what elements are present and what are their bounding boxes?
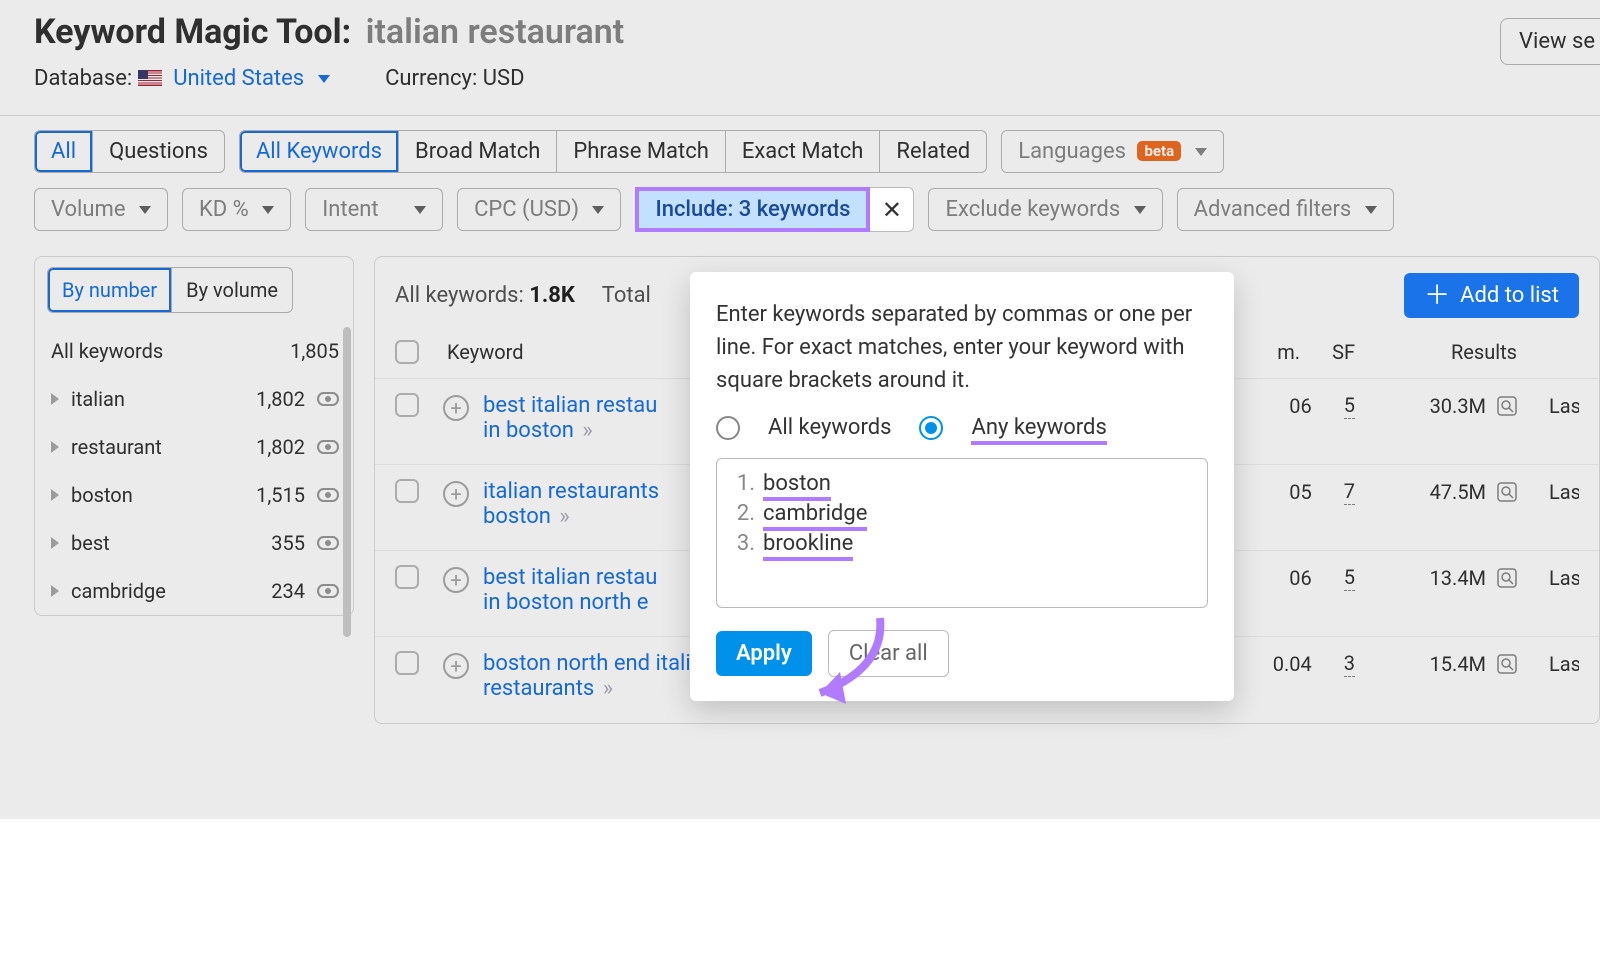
tab-related[interactable]: Related [880, 130, 987, 173]
popover-instructions: Enter keywords separated by commas or on… [716, 298, 1208, 397]
us-flag-icon [138, 70, 162, 86]
total-label: Total [602, 283, 651, 308]
eye-icon[interactable] [317, 440, 339, 454]
database-select[interactable]: United States [173, 66, 335, 91]
select-all-checkbox[interactable] [395, 340, 419, 364]
include-keywords-popover: Enter keywords separated by commas or on… [690, 272, 1234, 701]
include-clear-button[interactable]: ✕ [870, 187, 914, 232]
col-keyword[interactable]: Keyword [447, 340, 524, 364]
sidebar-item[interactable]: best 355 [35, 519, 353, 567]
tab-by-number[interactable]: By number [47, 267, 172, 313]
col-com[interactable]: m. [1277, 340, 1300, 364]
eye-icon[interactable] [317, 584, 339, 598]
radio-any-keywords[interactable] [919, 416, 943, 440]
intent-filter[interactable]: Intent [305, 188, 443, 231]
eye-icon[interactable] [317, 488, 339, 502]
advanced-filter[interactable]: Advanced filters [1177, 188, 1394, 231]
expand-icon[interactable]: + [443, 567, 469, 593]
chevron-right-icon [51, 537, 59, 549]
include-filter[interactable]: Include: 3 keywords [635, 187, 870, 232]
magnifier-icon[interactable] [1497, 482, 1517, 502]
database-label: Database: [34, 66, 132, 91]
tab-all[interactable]: All [34, 130, 93, 173]
row-checkbox[interactable] [395, 393, 419, 417]
include-keywords-textarea[interactable]: 1.boston 2.cambridge 3.brookline [716, 458, 1208, 608]
exclude-filter[interactable]: Exclude keywords [928, 188, 1162, 231]
kd-filter[interactable]: KD % [182, 188, 291, 231]
eye-icon[interactable] [317, 392, 339, 406]
chevron-right-icon [51, 585, 59, 597]
keyword-link[interactable]: boston north end italian restaurants » [483, 651, 715, 701]
chevron-down-icon [262, 206, 274, 214]
cpc-filter[interactable]: CPC (USD) [457, 188, 621, 231]
page-title: Keyword Magic Tool: italian restaurant [34, 12, 1566, 52]
radio-all-keywords[interactable] [716, 416, 740, 440]
row-checkbox[interactable] [395, 651, 419, 675]
eye-icon[interactable] [317, 536, 339, 550]
keyword-link[interactable]: best italian restau in boston north e [483, 565, 657, 615]
tab-by-volume[interactable]: By volume [172, 267, 293, 313]
expand-icon[interactable]: + [443, 481, 469, 507]
row-checkbox[interactable] [395, 565, 419, 589]
sidebar-item[interactable]: restaurant 1,802 [35, 423, 353, 471]
magnifier-icon[interactable] [1497, 396, 1517, 416]
sidebar-all-keywords[interactable]: All keywords 1,805 [35, 327, 353, 375]
expand-icon[interactable]: + [443, 653, 469, 679]
tab-allkw[interactable]: All Keywords [239, 130, 399, 173]
chevron-down-icon [1365, 206, 1377, 214]
sidebar-item[interactable]: italian 1,802 [35, 375, 353, 423]
chevron-down-icon [1134, 206, 1146, 214]
magnifier-icon[interactable] [1497, 654, 1517, 674]
currency-label: Currency: [385, 66, 477, 91]
radio-any-label[interactable]: Any keywords [971, 415, 1106, 440]
tab-phrase[interactable]: Phrase Match [557, 130, 725, 173]
radio-all-label[interactable]: All keywords [768, 415, 891, 440]
chevron-down-icon [414, 206, 426, 214]
chevron-down-icon [1195, 148, 1207, 156]
magnifier-icon[interactable] [1497, 568, 1517, 588]
beta-badge: beta [1137, 141, 1181, 161]
scope-toggle: All Questions [34, 130, 225, 173]
chevron-down-icon [139, 206, 151, 214]
tab-questions[interactable]: Questions [93, 130, 225, 173]
all-keywords-label: All keywords: [395, 283, 524, 308]
sidebar-item[interactable]: cambridge 234 [35, 567, 353, 615]
chevron-down-icon [318, 75, 330, 83]
col-results[interactable]: Results [1387, 340, 1517, 364]
sidebar-item[interactable]: boston 1,515 [35, 471, 353, 519]
page-header: Keyword Magic Tool: italian restaurant D… [0, 0, 1600, 109]
tab-broad[interactable]: Broad Match [399, 130, 557, 173]
tab-exact[interactable]: Exact Match [726, 130, 881, 173]
keyword-link[interactable]: italian restaurants boston » [483, 479, 659, 529]
add-to-list-button[interactable]: ＋ Add to list [1404, 273, 1579, 318]
chevron-down-icon [592, 206, 604, 214]
col-sf[interactable]: SF [1332, 340, 1355, 364]
volume-filter[interactable]: Volume [34, 188, 168, 231]
all-keywords-value: 1.8K [529, 283, 575, 308]
row-checkbox[interactable] [395, 479, 419, 503]
currency-value: USD [483, 66, 525, 91]
include-filter-wrap: Include: 3 keywords ✕ [635, 187, 914, 232]
expand-icon[interactable]: + [443, 395, 469, 421]
chevron-right-icon [51, 441, 59, 453]
apply-button[interactable]: Apply [716, 631, 812, 676]
tool-name: Keyword Magic Tool: [34, 12, 351, 52]
view-search-button[interactable]: View se [1500, 18, 1600, 65]
keyword-group-sidebar: By number By volume All keywords 1,805 i… [34, 256, 354, 616]
clear-all-button[interactable]: Clear all [828, 630, 949, 677]
sidebar-scrollbar[interactable] [343, 327, 351, 977]
chevron-right-icon [51, 393, 59, 405]
keyword-link[interactable]: best italian restau in boston » [483, 393, 657, 443]
chevron-right-icon [51, 489, 59, 501]
close-icon: ✕ [882, 196, 902, 224]
query-string: italian restaurant [366, 12, 625, 52]
match-toggle: All Keywords Broad Match Phrase Match Ex… [239, 130, 987, 173]
languages-filter[interactable]: Languages beta [1001, 130, 1223, 173]
